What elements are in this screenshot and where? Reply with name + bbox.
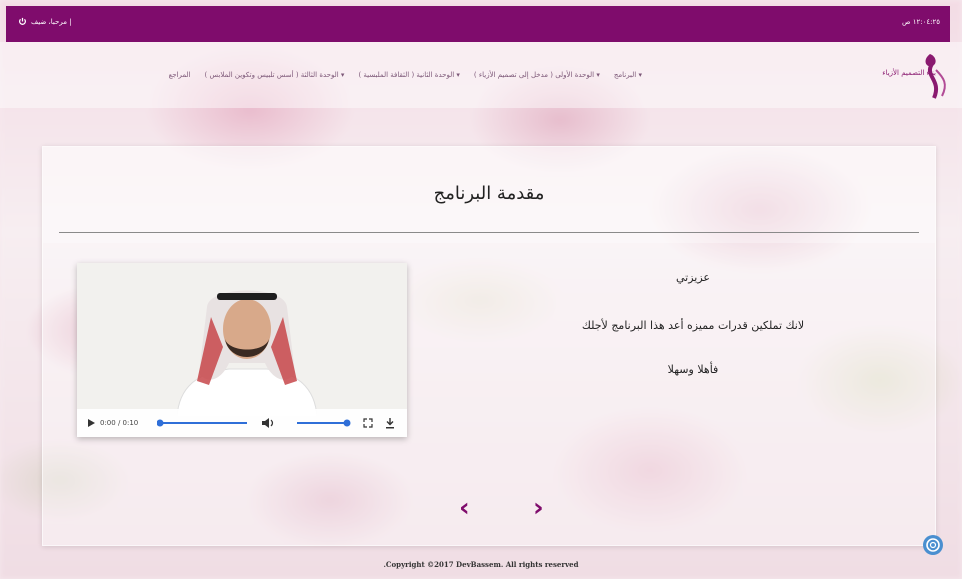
- fullscreen-icon[interactable]: [363, 418, 373, 428]
- content-card: مقدمة البرنامج 0:00 / 0:10 عزيزتي لانك ت…: [42, 146, 936, 546]
- seek-bar[interactable]: [157, 418, 249, 428]
- volume-slider[interactable]: [295, 418, 351, 428]
- copyright-footer: .Copyright ©2017 DevBassem. All rights r…: [383, 560, 579, 569]
- video-frame: [176, 290, 318, 417]
- top-bar: مرحبا، ضيف | ١٢:٠٤:٢٥ ص: [6, 6, 950, 42]
- volume-icon[interactable]: [261, 417, 275, 429]
- next-arrow-icon[interactable]: ›: [533, 495, 544, 521]
- play-icon[interactable]: [87, 418, 96, 428]
- prev-arrow-icon[interactable]: ‹: [459, 495, 470, 521]
- menu-item-unit-3[interactable]: الوحدة الثالثة ( أسس تلبيس وتكوين الملاب…: [205, 71, 345, 79]
- power-icon[interactable]: [18, 17, 27, 26]
- video-controls: 0:00 / 0:10: [77, 409, 407, 437]
- video-time: 0:00 / 0:10: [100, 419, 139, 427]
- logo-text: بناء التصميم الأزياء: [882, 69, 936, 77]
- download-icon[interactable]: [385, 417, 395, 429]
- welcome-text: مرحبا، ضيف |: [31, 17, 72, 26]
- message-text: لانك تملكين قدرات مميزه أعد هذا البرنامج…: [581, 319, 805, 332]
- greeting-text: عزيزتي: [676, 271, 710, 284]
- menu-item-references[interactable]: المراجع: [169, 71, 191, 79]
- title-divider: [59, 232, 919, 233]
- welcome-message: فأهلا وسهلا: [667, 363, 719, 376]
- help-icon[interactable]: [922, 534, 944, 556]
- menu-item-unit-2[interactable]: الوحدة الثانية ( الثقافة الملبسية ) ▾: [358, 71, 459, 79]
- menu-item-unit-1[interactable]: الوحدة الأولى ( مدخل إلى تصميم الأزياء )…: [474, 71, 600, 79]
- main-menu: البرنامج ▾ الوحدة الأولى ( مدخل إلى تصمي…: [169, 71, 642, 79]
- menu-item-program[interactable]: البرنامج ▾: [614, 71, 642, 79]
- clock-text: ١٢:٠٤:٢٥ ص: [902, 18, 940, 26]
- user-greeting[interactable]: مرحبا، ضيف |: [18, 17, 72, 26]
- video-player[interactable]: 0:00 / 0:10: [77, 263, 407, 437]
- page-title: مقدمة البرنامج: [433, 183, 545, 204]
- nav-bar: بناء التصميم الأزياء البرنامج ▾ الوحدة ا…: [0, 42, 962, 108]
